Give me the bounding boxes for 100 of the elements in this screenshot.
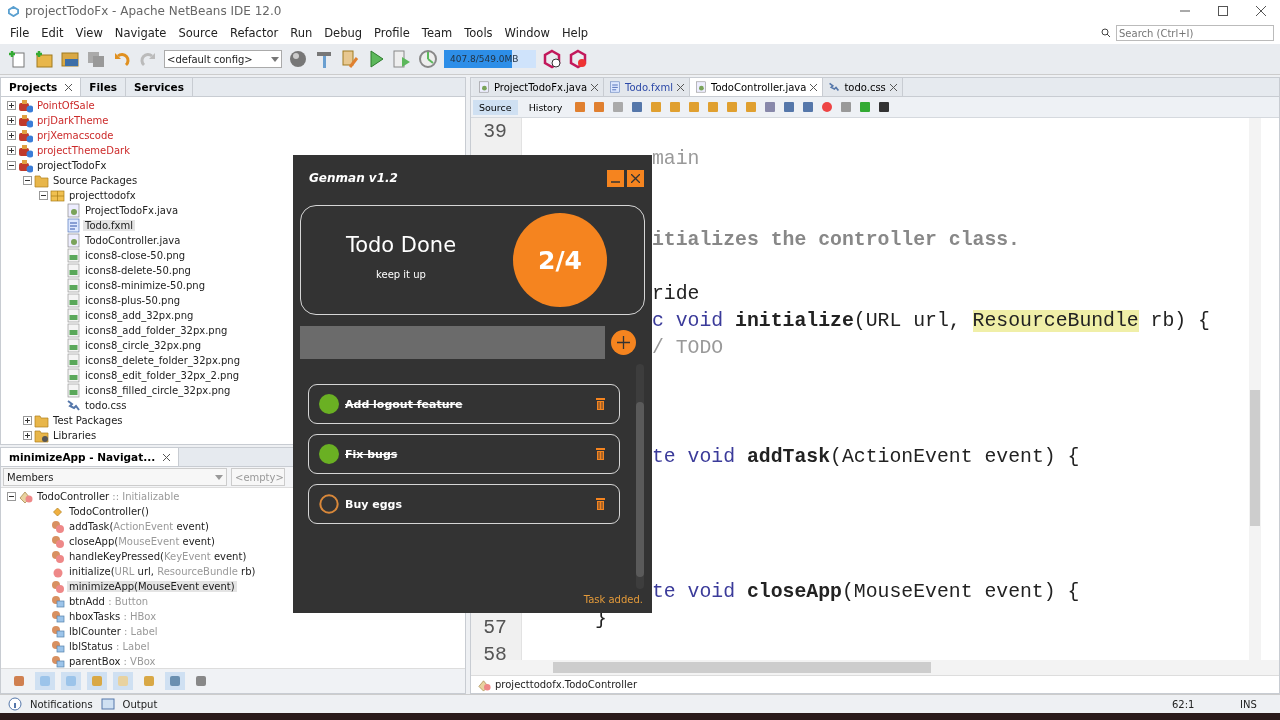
breadcrumb[interactable]: projecttodofx.TodoController [495, 679, 637, 690]
tree-item[interactable]: icons8_add_32px.png [83, 310, 196, 321]
collapse-toggle-icon[interactable] [39, 191, 48, 200]
menu-item[interactable]: Source [172, 26, 224, 40]
new-file-icon[interactable] [8, 49, 28, 69]
navigator-item[interactable]: initialize(URL url, ResourceBundle rb) [67, 566, 258, 577]
gc-icon[interactable] [542, 49, 562, 69]
filled-circle-icon[interactable] [319, 444, 339, 464]
close-icon[interactable] [65, 83, 73, 91]
search-field[interactable]: Search (Ctrl+I) [1116, 25, 1274, 41]
expand-toggle-icon[interactable] [7, 116, 16, 125]
tree-item[interactable]: prjXemacscode [35, 130, 116, 141]
close-icon[interactable] [1256, 6, 1266, 16]
trash-icon[interactable] [596, 498, 605, 510]
close-icon[interactable] [591, 83, 598, 91]
tree-item[interactable]: prjDarkTheme [35, 115, 111, 126]
navigator-item[interactable]: closeApp(MouseEvent event) [67, 536, 217, 547]
menu-item[interactable]: Tools [458, 26, 499, 40]
menu-item[interactable]: Help [555, 26, 595, 40]
open-project-icon[interactable] [60, 49, 80, 69]
menu-item[interactable]: Run [284, 26, 319, 40]
menu-item[interactable]: File [4, 26, 36, 40]
expand-toggle-icon[interactable] [23, 431, 32, 440]
tree-item[interactable]: icons8-minimize-50.png [83, 280, 207, 291]
navigator-item[interactable]: addTask(ActionEvent event) [67, 521, 211, 532]
close-button[interactable] [627, 169, 644, 187]
scrollbar[interactable] [1249, 118, 1261, 660]
globe-icon[interactable] [288, 49, 308, 69]
collapse-toggle-icon[interactable] [23, 176, 32, 185]
tree-item[interactable]: Libraries [51, 430, 99, 441]
expand-toggle-icon[interactable] [23, 416, 32, 425]
scrollbar[interactable] [636, 364, 644, 589]
editor-tab[interactable]: TodoController.java [690, 78, 824, 96]
menu-item[interactable]: Refactor [223, 26, 285, 40]
status-item[interactable]: Output [122, 698, 158, 710]
add-button[interactable] [611, 330, 636, 355]
expand-toggle-icon[interactable] [7, 131, 16, 140]
menu-item[interactable]: Edit [35, 26, 70, 40]
tree-item[interactable]: icons8_filled_circle_32px.png [83, 385, 233, 396]
expand-toggle-icon[interactable] [7, 146, 16, 155]
menu-item[interactable]: View [69, 26, 109, 40]
tree-item[interactable]: icons8_circle_32px.png [83, 340, 204, 351]
tree-item[interactable]: icons8-delete-50.png [83, 265, 193, 276]
tree-item[interactable]: Source Packages [51, 175, 140, 186]
menu-item[interactable]: Window [498, 26, 556, 40]
panel-tab[interactable]: Projects [1, 78, 82, 96]
navigator-item[interactable]: hboxTasks : HBox [67, 611, 159, 622]
clean-build-icon[interactable] [340, 49, 360, 69]
tree-item[interactable]: projecttodofx [67, 190, 138, 201]
tree-item[interactable]: TodoController.java [83, 235, 183, 246]
menu-item[interactable]: Navigate [108, 26, 173, 40]
maximize-icon[interactable] [1218, 6, 1228, 16]
tree-item[interactable]: icons8_add_folder_32px.png [83, 325, 230, 336]
navigator-item[interactable]: TodoController() [67, 506, 151, 517]
task-input[interactable] [300, 326, 605, 359]
filled-circle-icon[interactable] [319, 394, 339, 414]
expand-toggle-icon[interactable] [7, 101, 16, 110]
navigator-item[interactable]: TodoController :: Initializable [35, 491, 182, 502]
record-icon[interactable] [820, 100, 835, 114]
hammer-icon[interactable] [314, 49, 334, 69]
panel-tab[interactable]: minimizeApp - Navigat... [1, 448, 180, 466]
members-dropdown[interactable]: Members [3, 468, 227, 486]
close-icon[interactable] [163, 453, 171, 461]
menu-item[interactable]: Team [415, 26, 459, 40]
configuration-dropdown[interactable]: <default config> [164, 50, 282, 68]
tree-item[interactable]: projectTodoFx [35, 160, 109, 171]
view-tab[interactable]: History [522, 99, 569, 115]
profile-icon[interactable] [418, 49, 438, 69]
collapse-toggle-icon[interactable] [7, 161, 16, 170]
tree-item[interactable]: PointOfSale [35, 100, 97, 111]
navigator-item[interactable]: lblCounter : Label [67, 626, 160, 637]
collapse-toggle-icon[interactable] [7, 492, 16, 501]
debug-icon[interactable] [392, 49, 412, 69]
editor-tool-icon[interactable] [877, 100, 892, 114]
horizontal-scrollbar[interactable] [471, 660, 1279, 675]
navigator-item[interactable]: minimizeApp(MouseEvent event) [67, 581, 237, 592]
snapshot-icon[interactable] [568, 49, 588, 69]
tree-item[interactable]: icons8-close-50.png [83, 250, 188, 261]
tree-item[interactable]: icons8_delete_folder_32px.png [83, 355, 243, 366]
navigator-item[interactable]: lblStatus : Label [67, 641, 152, 652]
tree-item[interactable]: icons8-plus-50.png [83, 295, 183, 306]
minimize-button[interactable] [607, 169, 624, 187]
tree-item[interactable]: icons8_edit_folder_32px_2.png [83, 370, 242, 381]
close-icon[interactable] [810, 83, 818, 91]
tree-item[interactable]: Todo.fxml [83, 220, 135, 231]
tree-item[interactable]: Test Packages [51, 415, 125, 426]
navigator-item[interactable]: handleKeyPressed(KeyEvent event) [67, 551, 249, 562]
close-icon[interactable] [677, 83, 684, 91]
menu-item[interactable]: Debug [318, 26, 369, 40]
tree-item[interactable]: todo.css [83, 400, 129, 411]
tree-item[interactable]: projectThemeDark [35, 145, 132, 156]
navigator-item[interactable]: parentBox : VBox [67, 656, 158, 667]
trash-icon[interactable] [596, 398, 605, 410]
menu-item[interactable]: Profile [368, 26, 416, 40]
tree-item[interactable]: ProjectTodoFx.java [83, 205, 180, 216]
new-project-icon[interactable] [34, 49, 54, 69]
status-item[interactable]: Notifications [30, 698, 93, 710]
trash-icon[interactable] [596, 448, 605, 460]
navigator-item[interactable]: btnAdd : Button [67, 596, 151, 607]
circle-icon[interactable] [319, 494, 339, 514]
